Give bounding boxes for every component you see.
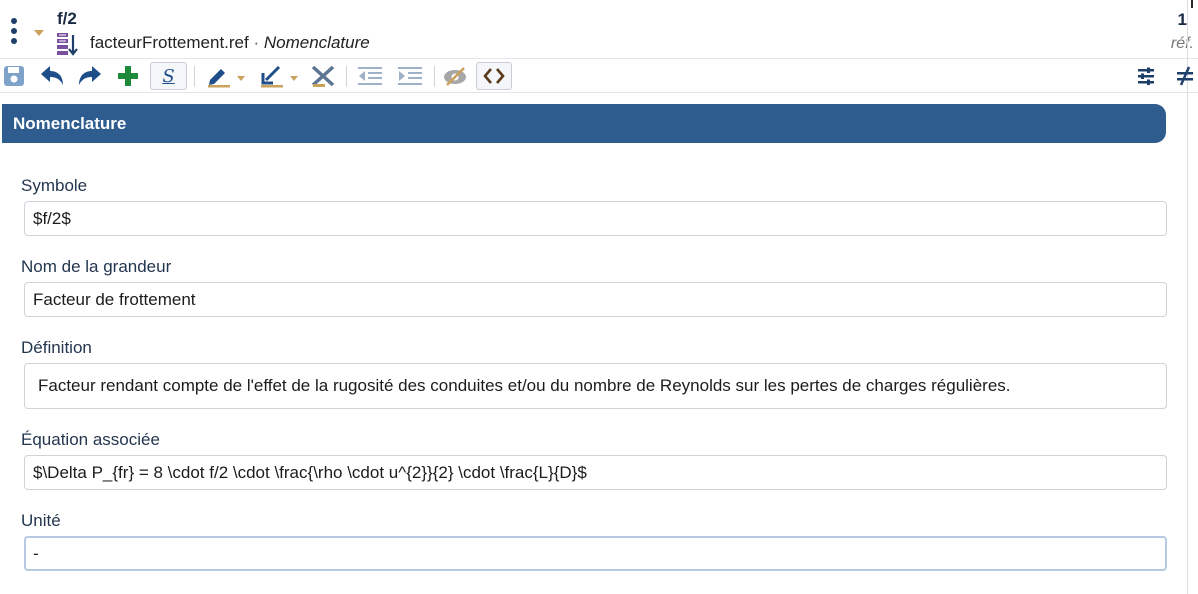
reference-count[interactable]: 1 [1178, 10, 1187, 30]
more-options-icon[interactable] [7, 18, 21, 46]
collapse-caret-icon[interactable] [34, 30, 44, 36]
file-name: facteurFrottement.ref [90, 33, 249, 52]
equation-input[interactable]: $\Delta P_{fr} = 8 \cdot f/2 \cdot \frac… [24, 455, 1167, 490]
symbol-label: Symbole [21, 176, 88, 195]
underline-label: S [162, 65, 175, 87]
visibility-icon[interactable] [440, 62, 470, 90]
sorted-list-icon [57, 33, 78, 56]
context-name: Nomenclature [263, 33, 370, 52]
symbol-input[interactable]: $f/2$ [24, 201, 1167, 236]
quantity-name-input[interactable]: Facteur de frottement [24, 282, 1167, 317]
toolbar-separator [194, 66, 195, 87]
toolbar-separator [346, 66, 347, 87]
add-icon[interactable] [115, 62, 141, 90]
chevron-down-icon [289, 75, 298, 81]
outdent-icon[interactable] [354, 62, 386, 90]
definition-label: Définition [21, 338, 92, 357]
section-header[interactable]: Nomenclature [2, 104, 1166, 143]
code-icon[interactable] [476, 62, 512, 90]
entry-title: f/2 [57, 9, 77, 28]
document-header: f/2 facteurFrottement.ref · Nomenclature… [0, 0, 1198, 58]
undo-icon[interactable] [38, 62, 66, 90]
equation-label: Équation associée [21, 430, 160, 449]
unit-label: Unité [21, 511, 61, 530]
toolbar-separator [434, 66, 435, 87]
save-icon[interactable] [1, 62, 27, 90]
unit-input[interactable]: - [24, 536, 1167, 571]
reference-label: réf. [1170, 35, 1194, 52]
definition-input[interactable]: Facteur rendant compte de l'effet de la … [24, 363, 1167, 409]
corner-marker [1191, 0, 1193, 8]
quantity-name-label: Nom de la grandeur [21, 257, 172, 276]
chevron-down-icon [236, 75, 245, 81]
breadcrumb-separator: · [253, 33, 260, 52]
highlight-pen-icon[interactable] [200, 62, 250, 90]
file-breadcrumb: facteurFrottement.ref · Nomenclature [90, 33, 370, 53]
indent-icon[interactable] [394, 62, 426, 90]
not-equal-icon[interactable] [1173, 62, 1197, 90]
filter-icon[interactable] [1134, 62, 1158, 90]
underline-icon[interactable]: S [150, 62, 187, 90]
editor-toolbar: S [0, 58, 1198, 93]
format-arrow-icon[interactable] [254, 62, 302, 90]
clear-format-icon[interactable] [308, 62, 338, 90]
redo-icon[interactable] [76, 62, 104, 90]
